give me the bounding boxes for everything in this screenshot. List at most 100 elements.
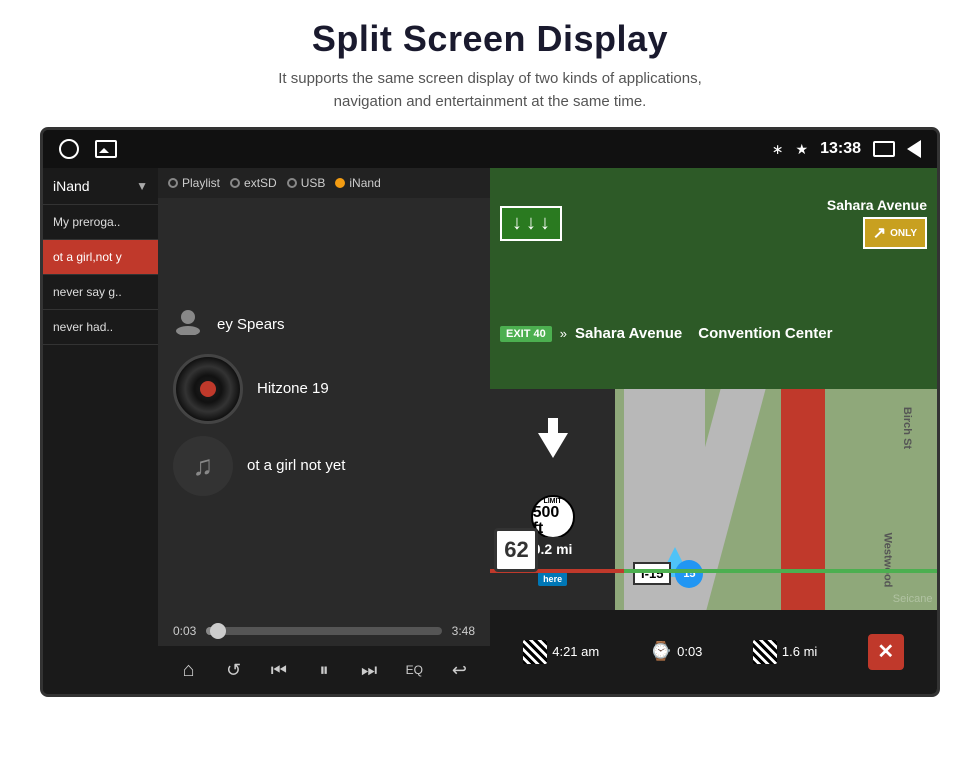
song-row: ♫ ot a girl not yet: [173, 436, 475, 496]
nav-map: ↓ ↓ ↓ Sahara Avenue ↗ ONLY: [490, 168, 937, 694]
duration-label: 0:03: [677, 644, 702, 659]
watermark: Seicane: [893, 593, 933, 605]
turn-icon: [528, 413, 578, 463]
radio-dot-extsd: [230, 178, 240, 188]
music-sidebar: iNand ▼ My preroga.. ot a girl,not y nev…: [43, 168, 158, 694]
nav-panel: ↓ ↓ ↓ Sahara Avenue ↗ ONLY: [490, 168, 937, 694]
status-bar: ∗ ★ 13:38: [43, 130, 937, 168]
source-label: iNand: [53, 178, 90, 194]
exit-arrow: »: [560, 326, 567, 341]
album-row: Hitzone 19: [173, 354, 475, 424]
vinyl-center: [200, 381, 216, 397]
close-nav-button[interactable]: ✕: [868, 634, 904, 670]
exit-sign-bar: EXIT 40 » Sahara Avenue Convention Cente…: [490, 278, 937, 388]
nav-remaining-dist: 1.6 mi: [753, 640, 817, 664]
distance-bar: [490, 568, 937, 574]
map-road-area: LIMIT 500 ft here Birch St Westwood: [490, 389, 937, 610]
tab-inand-label: iNand: [349, 176, 380, 190]
progress-section: 0:03 3:48: [158, 616, 490, 646]
highway-signs: ↓ ↓ ↓ Sahara Avenue ↗ ONLY: [490, 168, 937, 389]
main-content: iNand ▼ My preroga.. ot a girl,not y nev…: [43, 168, 937, 694]
artist-row: ey Spears: [173, 307, 475, 342]
prev-button[interactable]: ⏮: [261, 656, 297, 684]
page-title: Split Screen Display: [40, 18, 940, 60]
exit-badge: EXIT 40: [500, 326, 552, 342]
device-frame: ∗ ★ 13:38 iNand ▼ My preroga.. ot a girl…: [40, 127, 940, 697]
remaining-dist-label: 1.6 mi: [782, 644, 817, 659]
exit-road-name: Sahara Avenue: [575, 325, 682, 342]
clock-icon: ⌚: [650, 641, 672, 662]
arrival-time-label: 4:21 am: [552, 644, 599, 659]
tab-usb[interactable]: USB: [287, 176, 326, 190]
birch-street-label: Birch St: [901, 407, 913, 449]
flag-icon-arrival: [523, 640, 547, 664]
eq-button[interactable]: EQ: [396, 656, 432, 684]
progress-bar[interactable]: [206, 627, 441, 635]
arrow-down-icon-3: ↓: [540, 212, 550, 235]
back-button[interactable]: ↩: [441, 656, 477, 684]
source-tabs: Playlist extSD USB iNand: [158, 168, 490, 198]
arrow-down-icon-2: ↓: [526, 212, 536, 235]
status-right: ∗ ★ 13:38: [772, 140, 921, 158]
nav-arrival-time: 4:21 am: [523, 640, 599, 664]
time-current: 0:03: [173, 624, 196, 638]
tab-playlist-label: Playlist: [182, 176, 220, 190]
sahara-avenue-label: Sahara Avenue: [827, 197, 927, 213]
arrow-down-icon: ↓: [512, 212, 522, 235]
nav-duration: ⌚ 0:03: [650, 641, 703, 662]
controls-bar: ⌂ ↺ ⏮ ⏸ ⏭ EQ ↩: [158, 646, 490, 694]
image-icon: [95, 140, 117, 158]
dropdown-arrow-icon: ▼: [136, 179, 148, 193]
next-button[interactable]: ⏭: [351, 656, 387, 684]
green-highway-sign: ↓ ↓ ↓: [500, 206, 562, 241]
artist-name: ey Spears: [217, 316, 285, 333]
page-header: Split Screen Display It supports the sam…: [0, 0, 980, 127]
page-subtitle: It supports the same screen display of t…: [40, 68, 940, 113]
westwood-label: Westwood: [881, 532, 893, 587]
speed-display: 62: [494, 528, 538, 572]
nav-bottom-bar: 4:21 am ⌚ 0:03 1.6 mi ✕: [490, 610, 937, 694]
bluetooth-icon: ∗: [772, 141, 784, 158]
status-left: [59, 139, 117, 159]
tab-inand[interactable]: iNand: [335, 176, 380, 190]
radio-dot-inand: [335, 178, 345, 188]
circle-icon: [59, 139, 79, 159]
play-pause-button[interactable]: ⏸: [306, 656, 342, 684]
repeat-button[interactable]: ↺: [216, 656, 252, 684]
only-label: ONLY: [890, 228, 917, 239]
tab-extsd[interactable]: extSD: [230, 176, 277, 190]
direction-icons-panel: LIMIT 500 ft here: [490, 389, 615, 610]
back-icon: [907, 140, 921, 158]
music-panel: iNand ▼ My preroga.. ot a girl,not y nev…: [43, 168, 490, 694]
location-icon: ★: [796, 141, 809, 158]
home-button[interactable]: ⌂: [171, 656, 207, 684]
vinyl-disc: [173, 354, 243, 424]
tab-extsd-label: extSD: [244, 176, 277, 190]
window-icon: [873, 141, 895, 157]
source-selector[interactable]: iNand ▼: [43, 168, 158, 205]
playlist-item-4[interactable]: never had..: [43, 310, 158, 345]
dist-green-segment: [624, 569, 937, 573]
artist-icon: [173, 307, 203, 342]
music-main: Playlist extSD USB iNand: [158, 168, 490, 694]
playlist-item-2[interactable]: ot a girl,not y: [43, 240, 158, 275]
player-info: ey Spears Hitzone 19 ♫: [158, 198, 490, 616]
road-side: [781, 389, 826, 610]
song-name: ot a girl not yet: [247, 457, 345, 474]
tab-usb-label: USB: [301, 176, 326, 190]
music-player-inner: iNand ▼ My preroga.. ot a girl,not y nev…: [43, 168, 490, 694]
exit-destination: Convention Center: [698, 325, 832, 342]
time-display: 13:38: [820, 140, 861, 158]
only-sign: ↗ ONLY: [863, 217, 927, 249]
flag-icon-dest: [753, 640, 777, 664]
radio-dot-usb: [287, 178, 297, 188]
playlist-item-3[interactable]: never say g..: [43, 275, 158, 310]
radio-dot-playlist: [168, 178, 178, 188]
tab-playlist[interactable]: Playlist: [168, 176, 220, 190]
playlist-item-1[interactable]: My preroga..: [43, 205, 158, 240]
album-name: Hitzone 19: [257, 380, 329, 397]
progress-handle[interactable]: [210, 623, 226, 639]
sign-top-bar: ↓ ↓ ↓ Sahara Avenue ↗ ONLY: [490, 168, 937, 278]
time-total: 3:48: [452, 624, 475, 638]
music-note-icon: ♫: [173, 436, 233, 496]
